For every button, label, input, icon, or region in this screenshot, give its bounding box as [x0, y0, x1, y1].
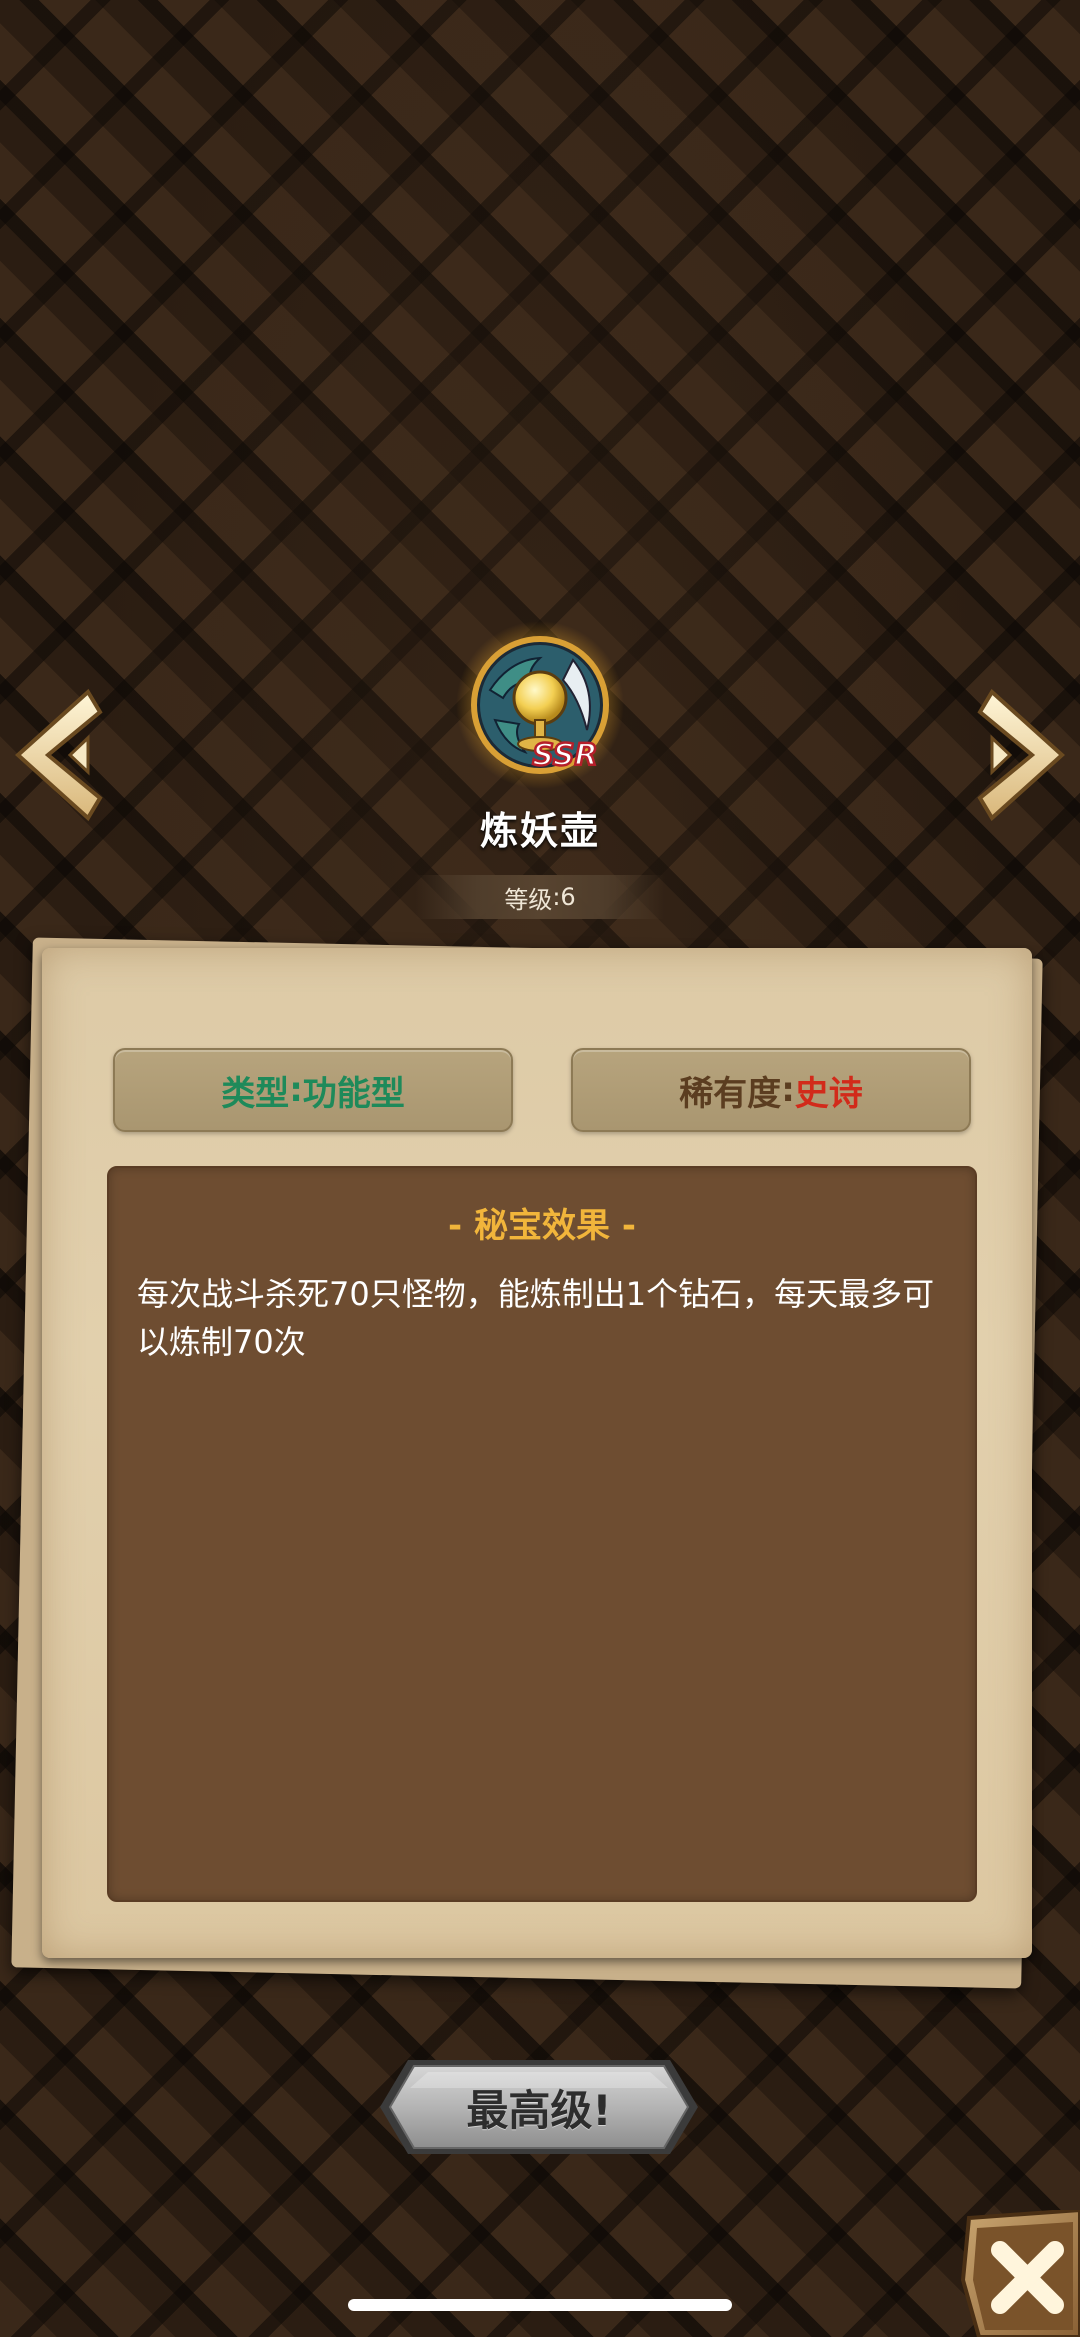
type-separator: : [289, 1070, 303, 1110]
type-tag: 类型: 功能型 [113, 1048, 513, 1132]
artifact-name: 炼妖壶 [479, 809, 600, 853]
rarity-value: 史诗 [794, 1073, 863, 1114]
close-button[interactable] [955, 2207, 1080, 2337]
ssr-badge: SSR [532, 738, 597, 773]
artifact-icon: SSR [455, 620, 625, 790]
rarity-tag: 稀有度: 史诗 [571, 1048, 971, 1132]
level-separator: : [552, 883, 561, 911]
effect-description: 每次战斗杀死70只怪物，能炼制出1个钻石，每天最多可以炼制70次 [137, 1275, 935, 1361]
artifact-detail-screen: SSR 炼妖壶 等级: 6 类型: 功能型 稀有度: 史诗 - 秘宝效果 - 每次战… [0, 0, 1080, 2337]
prev-item-button[interactable] [8, 680, 118, 830]
type-label: 类型 [221, 1073, 290, 1114]
max-level-button[interactable]: 最高级! [378, 2058, 700, 2156]
chevron-left-icon [15, 688, 103, 822]
rarity-separator: : [781, 1070, 795, 1110]
max-level-label: 最高级! [466, 2085, 612, 2135]
level-value: 6 [560, 883, 576, 911]
level-indicator: 等级: 6 [415, 875, 665, 919]
rarity-label: 稀有度 [679, 1073, 782, 1114]
next-item-button[interactable] [962, 680, 1072, 830]
chevron-right-icon [977, 688, 1065, 822]
close-icon [960, 2207, 1080, 2337]
effect-title: - 秘宝效果 - [448, 1206, 636, 1246]
level-label: 等级 [504, 885, 553, 914]
home-indicator[interactable] [348, 2299, 732, 2311]
effect-panel: - 秘宝效果 - 每次战斗杀死70只怪物，能炼制出1个钻石，每天最多可以炼制70… [107, 1166, 977, 1902]
type-value: 功能型 [302, 1073, 405, 1114]
